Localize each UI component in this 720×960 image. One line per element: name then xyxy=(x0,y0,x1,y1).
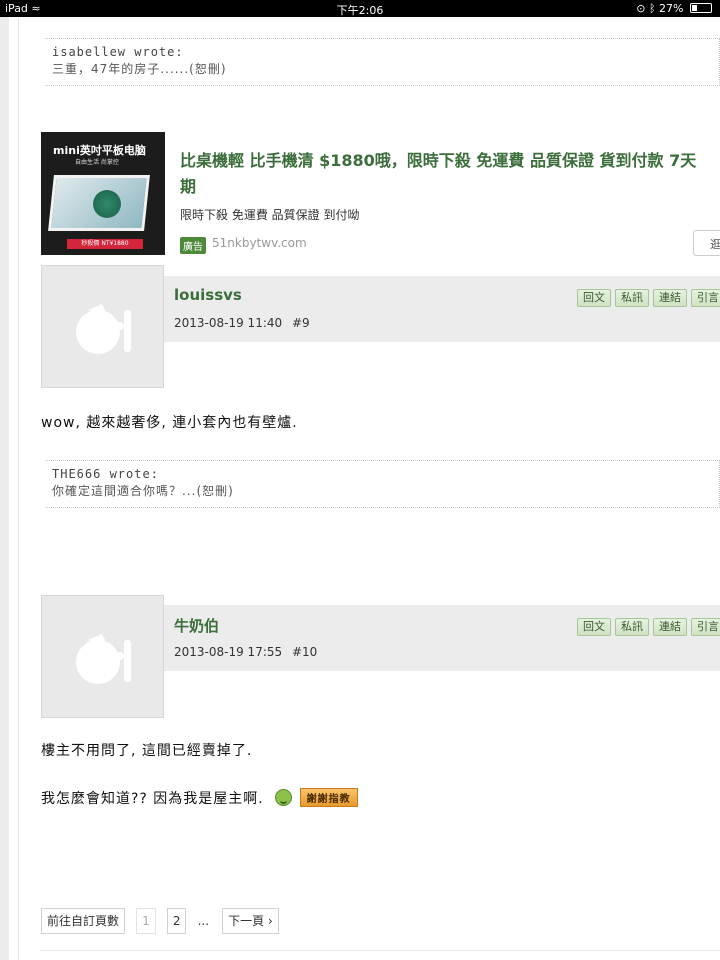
ad-image-price: 秒殺價 NT¥1880 xyxy=(67,239,143,249)
goto-page-button[interactable]: 前往自訂頁數 xyxy=(41,908,126,934)
post-body-text: wow, 越來越奢侈, 連小套內也有壁爐. xyxy=(41,415,298,431)
clock: 下午2:06 xyxy=(336,4,384,17)
post-header: 牛奶伯 2013-08-19 17:55 #10 回文 私訊 連結 引言 xyxy=(164,605,720,671)
page-1-link[interactable]: 1 xyxy=(136,908,156,934)
quote-box: isabellew wrote: 三重，47年的房子......(恕刪) xyxy=(45,38,720,86)
ad-visit-button[interactable]: 逛 xyxy=(693,230,720,256)
default-avatar-icon xyxy=(76,634,131,684)
quote-box: THE666 wrote: 你確定這間適合你嗎？...(恕刪) xyxy=(45,460,720,508)
post-actions: 回文 私訊 連結 引言 xyxy=(577,615,720,636)
post-actions: 回文 私訊 連結 引言 xyxy=(577,286,720,307)
quote-text: 三重，47年的房子......(恕刪) xyxy=(52,62,227,76)
ad-title-continued[interactable]: 期 xyxy=(180,174,196,200)
ad-image[interactable]: mini英吋平板电脑 自由生活 尚掌控 秒殺價 NT¥1880 xyxy=(41,132,165,255)
post-meta: 2013-08-19 17:55 #10 xyxy=(174,645,323,659)
battery-icon xyxy=(690,3,712,13)
post-body-text: 樓主不用問了, 這間已經賣掉了. xyxy=(41,743,253,759)
default-avatar-icon xyxy=(76,304,131,354)
quote-button[interactable]: 引言 xyxy=(691,289,720,307)
post-date: 2013-08-19 11:40 xyxy=(174,316,283,330)
ad-badge: 廣告 xyxy=(180,237,206,254)
ad-image-headline: mini英吋平板电脑 xyxy=(53,144,146,157)
next-page-button[interactable]: 下一頁 › xyxy=(222,908,279,934)
ad-domain[interactable]: 51nkbytwv.com xyxy=(212,236,307,250)
rotation-lock-icon: ⊙ xyxy=(636,2,646,15)
message-button[interactable]: 私訊 xyxy=(615,289,649,307)
post-floor: #10 xyxy=(291,645,318,659)
post-body-text-line: 我怎麼會知道?? 因為我是屋主啊. 謝謝指教 xyxy=(41,788,358,808)
post-author[interactable]: 牛奶伯 xyxy=(174,615,219,636)
battery-fill xyxy=(692,5,697,11)
battery-percent: 27% xyxy=(659,2,684,15)
avatar[interactable] xyxy=(41,595,164,718)
link-button[interactable]: 連結 xyxy=(653,289,687,307)
status-bar: iPad ≈ 下午2:06 ⊙ ᛒ 27% xyxy=(0,0,720,17)
quote-text: 你確定這間適合你嗎？...(恕刪) xyxy=(52,484,234,498)
gutter-divider xyxy=(18,17,19,960)
bluetooth-icon: ᛒ xyxy=(648,2,656,15)
avatar[interactable] xyxy=(41,265,164,388)
post-body-text: 我怎麼會知道?? 因為我是屋主啊. xyxy=(41,791,264,807)
reply-button[interactable]: 回文 xyxy=(577,618,611,636)
link-button[interactable]: 連結 xyxy=(653,618,687,636)
ad-title[interactable]: 比桌機輕 比手機清 $1880哦，限時下殺 免運費 品質保證 貨到付款 7天 xyxy=(180,148,720,174)
quote-button[interactable]: 引言 xyxy=(691,618,720,636)
thanks-sticker: 謝謝指教 xyxy=(299,788,358,807)
footer-divider xyxy=(41,950,720,951)
page-gutter xyxy=(0,17,9,960)
pagination-ellipsis: ... xyxy=(197,914,210,928)
ad-image-sub: 自由生活 尚掌控 xyxy=(75,159,119,166)
reply-button[interactable]: 回文 xyxy=(577,289,611,307)
post-date: 2013-08-19 17:55 xyxy=(174,645,283,659)
post-author[interactable]: louissvs xyxy=(174,286,242,304)
post-floor: #9 xyxy=(291,316,310,330)
quote-author: isabellew wrote: xyxy=(52,45,184,59)
pagination: 前往自訂頁數 1 2 ... 下一頁 › xyxy=(41,908,285,934)
post-meta: 2013-08-19 11:40 #9 xyxy=(174,316,316,330)
ad-description: 限時下殺 免運費 品質保證 到付呦 xyxy=(180,208,360,222)
page-2-link[interactable]: 2 xyxy=(166,908,187,934)
quote-author: THE666 wrote: xyxy=(52,467,159,481)
smiley-icon xyxy=(275,789,293,806)
post-header: louissvs 2013-08-19 11:40 #9 回文 私訊 連結 引言 xyxy=(164,276,720,342)
message-button[interactable]: 私訊 xyxy=(615,618,649,636)
plant-illustration xyxy=(93,190,121,218)
status-right: ⊙ ᛒ 27% xyxy=(636,2,712,15)
